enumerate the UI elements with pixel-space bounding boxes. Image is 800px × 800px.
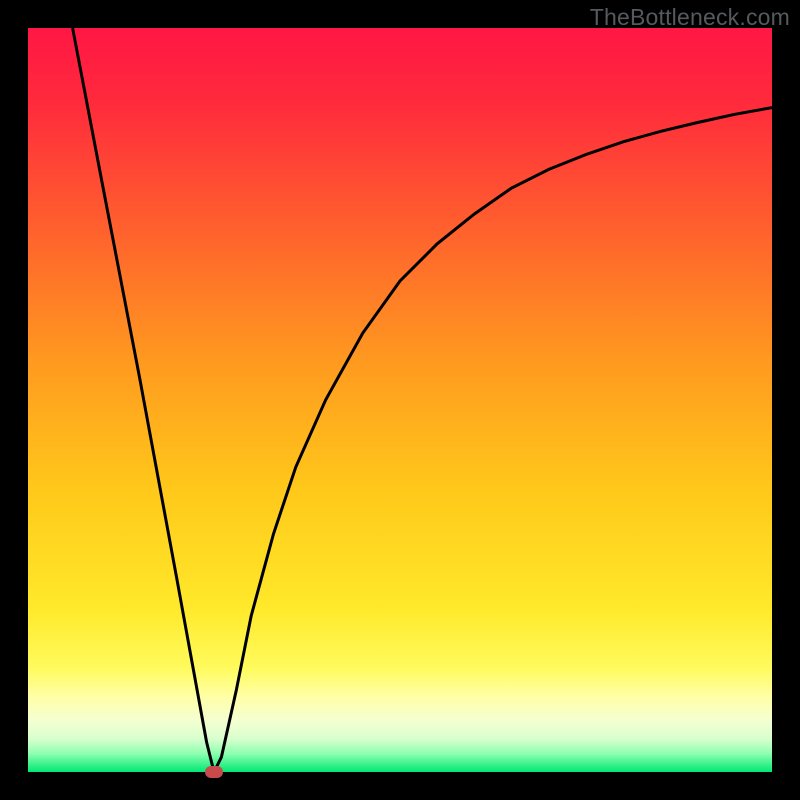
- curve-layer: [28, 28, 772, 772]
- plot-area: [28, 28, 772, 772]
- watermark-text: TheBottleneck.com: [590, 4, 790, 31]
- chart-frame: [28, 28, 772, 772]
- bottleneck-curve: [73, 28, 772, 772]
- optimal-point-marker: [205, 766, 223, 778]
